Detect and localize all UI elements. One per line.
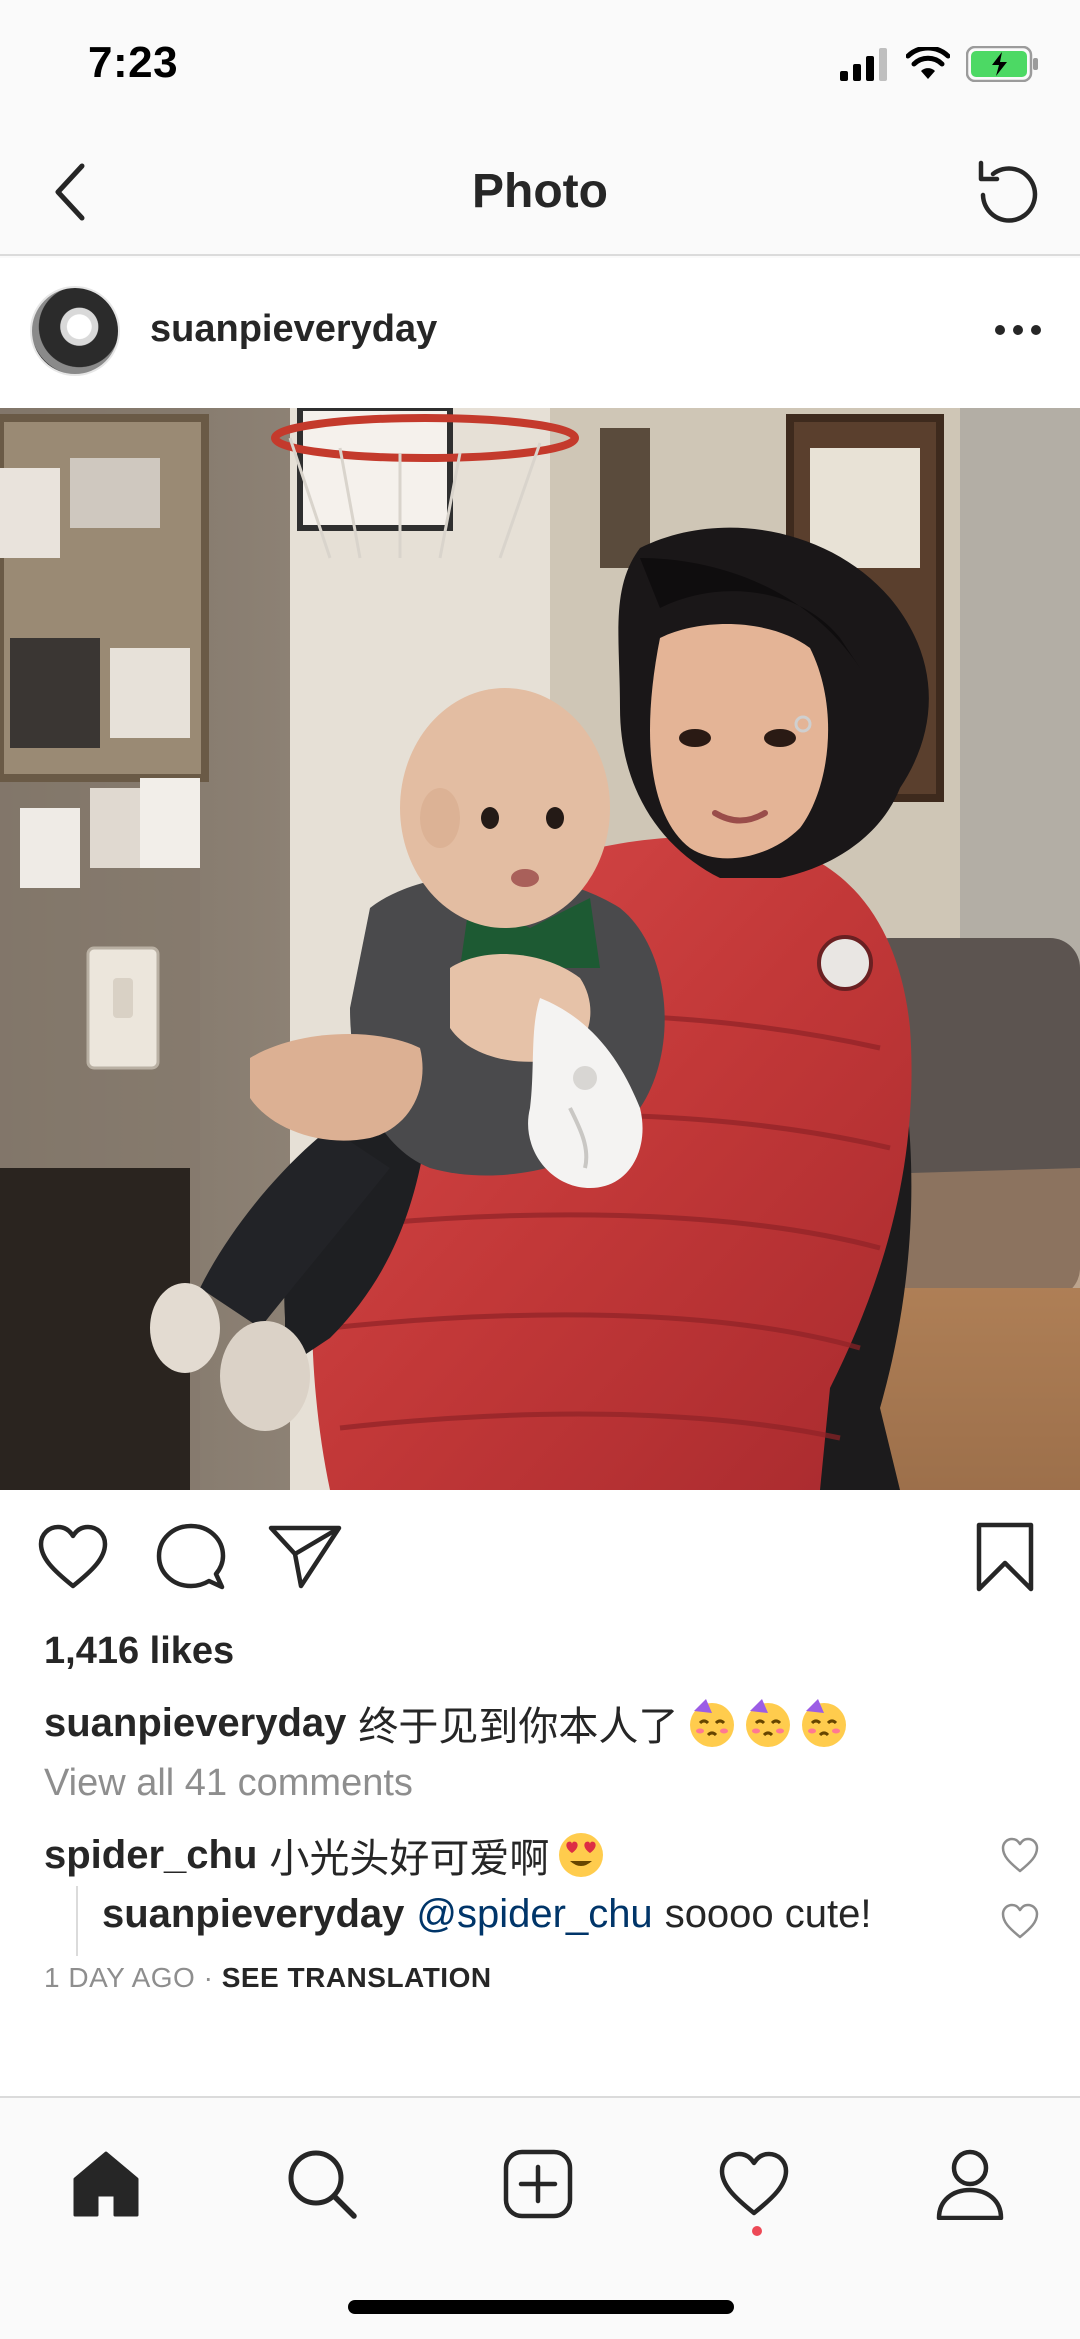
activity-notification-dot: [752, 2226, 762, 2236]
home-icon: [73, 2151, 139, 2217]
heart-icon: [38, 1524, 108, 1589]
post-caption: suanpieveryday 终于见到你本人了: [44, 1694, 850, 1752]
reply-thread-line: [76, 1886, 78, 1956]
save-button[interactable]: [960, 1512, 1050, 1602]
comment-username[interactable]: spider_chu: [44, 1833, 257, 1878]
avatar[interactable]: [30, 286, 120, 376]
more-options-button[interactable]: [978, 300, 1058, 360]
bookmark-icon: [976, 1522, 1034, 1592]
search-icon: [288, 2150, 357, 2219]
post-photo[interactable]: [0, 408, 1080, 1490]
nav-bar: Photo: [0, 132, 1080, 256]
reply-text: soooo cute!: [664, 1892, 872, 1936]
post-meta: 1 DAY AGO · SEE TRANSLATION: [44, 1962, 492, 1994]
wifi-icon: [905, 45, 951, 86]
refresh-icon: [978, 160, 1038, 223]
post-username[interactable]: suanpieveryday: [150, 308, 437, 351]
refresh-button[interactable]: [964, 150, 1054, 240]
reply-item: suanpieveryday @spider_chu soooo cute!: [102, 1892, 872, 1937]
add-post-icon: [503, 2149, 573, 2219]
tab-new-post[interactable]: [488, 2134, 588, 2234]
party-face-icon: [746, 1699, 791, 1747]
caption-text: 终于见到你本人了: [358, 1705, 679, 1749]
likes-count[interactable]: 1,416 likes: [44, 1630, 234, 1673]
post-actions: [0, 1490, 1080, 1630]
comment-text: 小光头好可爱啊: [269, 1837, 550, 1881]
post-content: 1,416 likes suanpieveryday 终于见到你本人了 View…: [0, 1630, 1080, 2096]
heart-eyes-icon: [559, 1833, 604, 1877]
home-indicator[interactable]: [348, 2300, 734, 2314]
party-face-icon: [690, 1699, 735, 1747]
share-button[interactable]: [260, 1512, 350, 1602]
comment-button[interactable]: [146, 1512, 236, 1602]
status-icons: [840, 45, 1040, 87]
post-timestamp: 1 DAY AGO: [44, 1962, 196, 1993]
caption-emojis: [686, 1697, 850, 1749]
caption-username[interactable]: suanpieveryday: [44, 1701, 346, 1746]
view-all-comments-link[interactable]: View all 41 comments: [44, 1762, 413, 1805]
signal-icon: [840, 47, 890, 86]
tab-search[interactable]: [272, 2134, 372, 2234]
meta-separator: ·: [203, 1962, 214, 1993]
like-button[interactable]: [28, 1512, 118, 1602]
battery-icon: [965, 45, 1040, 87]
like-reply-icon[interactable]: [1000, 1902, 1040, 1942]
comment-item: spider_chu 小光头好可爱啊: [44, 1826, 607, 1884]
status-bar: 7:23: [0, 0, 1080, 132]
screen: 7:23 Photo suanpieveryday 1,416 likes su…: [0, 0, 1080, 2339]
party-face-icon: [802, 1699, 847, 1747]
like-comment-icon[interactable]: [1000, 1836, 1040, 1876]
send-icon: [268, 1525, 342, 1589]
reply-mention[interactable]: @spider_chu: [416, 1892, 652, 1937]
status-time: 7:23: [88, 38, 179, 87]
tab-home[interactable]: [56, 2134, 156, 2234]
post-header: suanpieveryday: [0, 258, 1080, 408]
photo-illustration: [0, 408, 1080, 1490]
tab-activity[interactable]: [704, 2134, 804, 2234]
heart-icon: [719, 2151, 789, 2216]
see-translation-link[interactable]: SEE TRANSLATION: [222, 1962, 492, 1993]
page-title: Photo: [472, 165, 608, 218]
reply-username[interactable]: suanpieveryday: [102, 1892, 404, 1937]
tab-profile[interactable]: [920, 2134, 1020, 2234]
profile-icon: [936, 2149, 1004, 2220]
more-horizontal-icon: [995, 325, 1041, 335]
comment-icon: [156, 1523, 226, 1590]
